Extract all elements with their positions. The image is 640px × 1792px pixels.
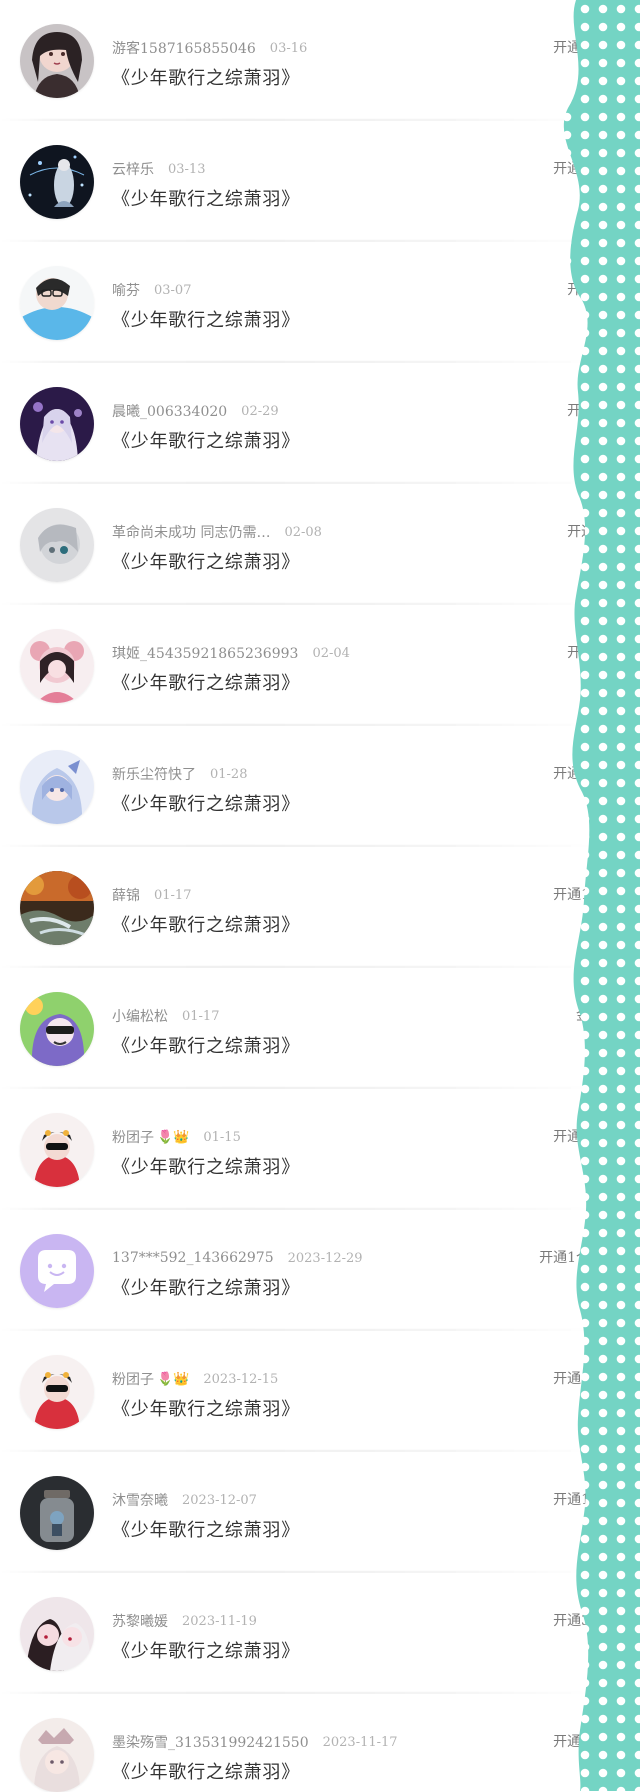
action-text: 金币打 (576, 1008, 618, 1024)
username-group[interactable]: 粉团子 🌷👑 (112, 1127, 189, 1147)
action-text: 开通1个月 (553, 766, 618, 782)
avatar[interactable] (20, 992, 94, 1066)
book-title: 《少年歌行之综萧羽》 (112, 794, 300, 815)
timestamp: 01-28 (210, 766, 248, 782)
book-title: 《少年歌行之综萧羽》 (112, 431, 300, 452)
username[interactable]: 粉团子 (112, 1127, 154, 1147)
flower-crown-emoji: 🌷👑 (157, 1129, 190, 1145)
book-title: 《少年歌行之综萧羽》 (112, 1157, 300, 1178)
avatar[interactable] (20, 1597, 94, 1671)
avatar[interactable] (20, 1718, 94, 1792)
list-item[interactable]: 沐雪奈曦 2023-12-07 《少年歌行之综萧羽》 开通1个月 (0, 1452, 640, 1571)
book-title: 《少年歌行之综萧羽》 (112, 1762, 300, 1783)
secondary-amount: 5 (609, 1395, 618, 1411)
username[interactable]: 云梓乐 (112, 159, 154, 179)
username[interactable]: 喻芬 (112, 280, 140, 300)
avatar[interactable] (20, 266, 94, 340)
avatar[interactable] (20, 1476, 94, 1550)
action-text: 开通1个月 (553, 161, 618, 177)
username[interactable]: 苏黎曦媛 (112, 1611, 168, 1631)
username[interactable]: 新乐尘符快了 (112, 764, 196, 784)
list-item[interactable]: 游客1587165855046 03-16 《少年歌行之综萧羽》 开通1个月 (0, 0, 640, 119)
timestamp: 01-17 (154, 887, 192, 903)
avatar[interactable] (20, 145, 94, 219)
username[interactable]: 小编松松 (112, 1006, 168, 1026)
list-item[interactable]: 喻芬 03-07 《少年歌行之综萧羽》 开通1个 (0, 242, 640, 361)
list-item[interactable]: 墨染殇雪_313531992421550 2023-11-17 《少年歌行之综萧… (0, 1694, 640, 1792)
username[interactable]: 游客1587165855046 (112, 38, 256, 58)
timestamp: 03-16 (269, 40, 308, 56)
action-text: 开通3个月 (553, 1613, 618, 1629)
timestamp: 2023-12-29 (287, 1250, 363, 1266)
book-title: 《少年歌行之综萧羽》 (112, 552, 300, 573)
username[interactable]: 粉团子 (112, 1369, 154, 1389)
secondary-amount: 5 (609, 1153, 618, 1169)
book-title: 《少年歌行之综萧羽》 (112, 68, 300, 89)
avatar[interactable] (20, 871, 94, 945)
action-text: 开通1个月 (553, 40, 618, 56)
book-title: 《少年歌行之综萧羽》 (112, 1399, 300, 1420)
list-item[interactable]: 苏黎曦媛 2023-11-19 《少年歌行之综萧羽》 开通3个月 (0, 1573, 640, 1692)
book-title: 《少年歌行之综萧羽》 (112, 1036, 300, 1057)
username[interactable]: 薛锦 (112, 885, 140, 905)
coin-amount: 8金 (595, 1035, 618, 1051)
avatar[interactable] (20, 750, 94, 824)
book-title: 《少年歌行之综萧羽》 (112, 1520, 300, 1541)
list-item[interactable]: 薛锦 01-17 《少年歌行之综萧羽》 开通1个月 (0, 847, 640, 966)
avatar[interactable] (20, 387, 94, 461)
timestamp: 02-29 (241, 403, 279, 419)
avatar[interactable] (20, 1234, 94, 1308)
action-text: 开通1个月 (553, 1492, 618, 1508)
list-item[interactable]: 晨曦_006334020 02-29 《少年歌行之综萧羽》 开通1个 (0, 363, 640, 482)
action-text: 开通1个月 (553, 1371, 618, 1387)
username[interactable]: 琪姬_45435921865236993 (112, 643, 298, 663)
timestamp: 2023-12-07 (182, 1492, 257, 1508)
timestamp: 2023-11-17 (322, 1734, 398, 1750)
book-title: 《少年歌行之综萧羽》 (112, 189, 300, 210)
action-text: 开通1个月 (553, 887, 618, 903)
list-item[interactable]: 小编松松 01-17 《少年歌行之综萧羽》 金币打 8金 (0, 968, 640, 1087)
book-title: 《少年歌行之综萧羽》 (112, 1641, 300, 1662)
timestamp: 02-08 (284, 524, 322, 540)
username[interactable]: 革命尚未成功 同志仍需… (112, 522, 270, 542)
book-title: 《少年歌行之综萧羽》 (112, 310, 300, 331)
timestamp: 03-13 (168, 161, 206, 177)
list-item[interactable]: 革命尚未成功 同志仍需… 02-08 《少年歌行之综萧羽》 开通1个 (0, 484, 640, 603)
gift-record-list: 游客1587165855046 03-16 《少年歌行之综萧羽》 开通1个月 云… (0, 0, 640, 1792)
flower-crown-emoji: 🌷👑 (157, 1371, 190, 1387)
list-item[interactable]: 粉团子 🌷👑 01-15 《少年歌行之综萧羽》 开通1个月 5 (0, 1089, 640, 1208)
book-title: 《少年歌行之综萧羽》 (112, 1278, 300, 1299)
book-title: 《少年歌行之综萧羽》 (112, 673, 300, 694)
timestamp: 02-04 (312, 645, 350, 661)
action-text: 开通1个 (567, 403, 618, 419)
list-item[interactable]: 琪姬_45435921865236993 02-04 《少年歌行之综萧羽》 开通… (0, 605, 640, 724)
avatar[interactable] (20, 1113, 94, 1187)
avatar[interactable] (20, 24, 94, 98)
action-text: 开通1个月会 (539, 1250, 618, 1266)
list-item[interactable]: 新乐尘符快了 01-28 《少年歌行之综萧羽》 开通1个月 (0, 726, 640, 845)
username[interactable]: 墨染殇雪_313531992421550 (112, 1732, 309, 1752)
action-text: 开通1个月 (553, 1734, 618, 1750)
action-text: 开通1个 (567, 282, 618, 298)
action-text: 开通1个 (567, 524, 618, 540)
avatar[interactable] (20, 629, 94, 703)
username-group[interactable]: 粉团子 🌷👑 (112, 1369, 189, 1389)
list-item[interactable]: 粉团子 🌷👑 2023-12-15 《少年歌行之综萧羽》 开通1个月 5 (0, 1331, 640, 1450)
timestamp: 2023-11-19 (182, 1613, 257, 1629)
action-text: 开通1个 (567, 645, 618, 661)
avatar[interactable] (20, 508, 94, 582)
username[interactable]: 沐雪奈曦 (112, 1490, 168, 1510)
list-item[interactable]: 云梓乐 03-13 《少年歌行之综萧羽》 开通1个月 (0, 121, 640, 240)
timestamp: 01-17 (182, 1008, 220, 1024)
username[interactable]: 137***592_143662975 (112, 1250, 274, 1266)
avatar[interactable] (20, 1355, 94, 1429)
timestamp: 03-07 (154, 282, 192, 298)
username[interactable]: 晨曦_006334020 (112, 401, 227, 421)
timestamp: 01-15 (203, 1129, 241, 1145)
timestamp: 2023-12-15 (203, 1371, 279, 1387)
list-item[interactable]: 137***592_143662975 2023-12-29 《少年歌行之综萧羽… (0, 1210, 640, 1329)
action-text: 开通1个月 (553, 1129, 618, 1145)
book-title: 《少年歌行之综萧羽》 (112, 915, 300, 936)
